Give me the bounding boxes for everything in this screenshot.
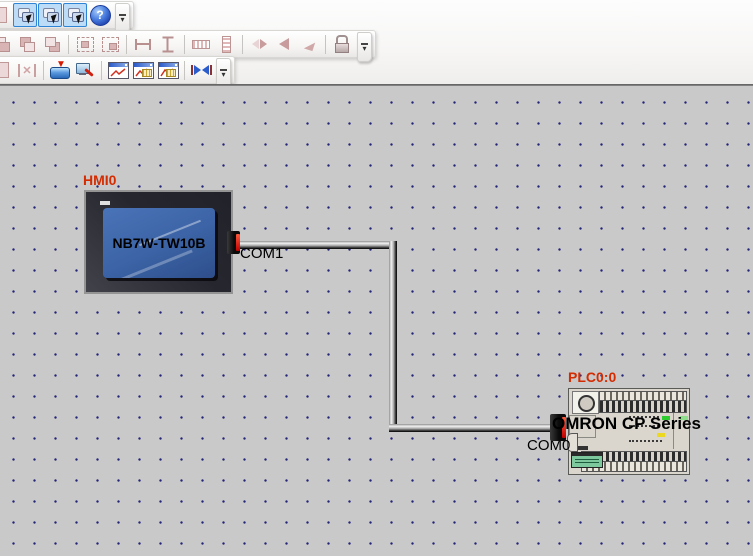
separator <box>43 61 44 80</box>
separator <box>184 61 185 80</box>
rotate-button[interactable] <box>297 32 321 56</box>
transfer-icon <box>191 65 212 75</box>
screen-reflection <box>119 249 192 278</box>
cable-segment-plc[interactable] <box>389 424 556 432</box>
design-canvas[interactable]: HMI0 NB7W-TW10B COM1 PLC0:0 OMRON CP Ser… <box>0 84 753 556</box>
window-grid-chart-icon <box>158 62 179 79</box>
canvas-top-border <box>0 84 753 86</box>
flip-vertical-icon <box>279 38 289 50</box>
clipped-toolbar-button-2[interactable] <box>0 58 14 82</box>
cable-segment-vertical[interactable] <box>389 241 397 432</box>
com1-label: COM1 <box>240 245 283 262</box>
monitor-wrench-icon <box>75 62 95 79</box>
com1-connector[interactable] <box>227 231 240 254</box>
plc-port-detail <box>578 446 588 450</box>
project-toolbar: ✕ ▼ <box>0 56 235 84</box>
chevron-down-icon: ▾ <box>221 72 225 78</box>
lock-icon <box>335 35 349 53</box>
same-height-button[interactable] <box>214 32 238 56</box>
plc-dial <box>572 391 599 414</box>
bring-to-front-icon <box>0 35 11 53</box>
toolbar-options-button-1[interactable]: ▾ <box>115 3 130 33</box>
mode-toolbar: ? ▾ <box>0 1 134 29</box>
window-grid-chart-button[interactable] <box>156 58 180 82</box>
select-windows-cursor-icon <box>66 6 84 24</box>
equal-horizontal-spacing-icon <box>135 39 151 50</box>
help-button[interactable]: ? <box>88 3 112 27</box>
window-chart-grid-icon <box>133 62 154 79</box>
connect-mode-button-1[interactable] <box>13 3 37 27</box>
download-icon: ▼ <box>50 62 70 79</box>
hmi-label: HMI0 <box>83 172 116 188</box>
toolbar-options-button-2[interactable]: ▾ <box>357 32 372 62</box>
help-icon: ? <box>90 5 111 26</box>
separator <box>184 35 185 54</box>
separator <box>325 35 326 54</box>
chevron-down-icon: ▾ <box>362 46 366 52</box>
chevron-down-icon: ▾ <box>120 17 124 23</box>
hmi-power-led <box>100 201 110 205</box>
equal-horizontal-spacing-button[interactable] <box>131 32 155 56</box>
clipped-icon <box>0 62 9 78</box>
ungroup-button[interactable] <box>98 32 122 56</box>
group-icon <box>77 37 94 52</box>
flip-horizontal-button[interactable] <box>247 32 271 56</box>
plc-terminal-strip-top-b <box>599 400 687 413</box>
arrange-toolbar: ▾ <box>0 30 376 58</box>
send-backward-icon <box>18 35 36 53</box>
equal-vertical-spacing-button[interactable] <box>156 32 180 56</box>
group-button[interactable] <box>73 32 97 56</box>
send-to-back-icon <box>43 35 61 53</box>
compile-download-button[interactable]: ▼ <box>48 58 72 82</box>
hmi-screen: NB7W-TW10B <box>103 208 215 278</box>
plc-label: PLC0:0 <box>568 369 616 385</box>
clipped-toolbar-button[interactable] <box>0 3 12 27</box>
window-chart-icon <box>108 62 129 79</box>
send-backward-button[interactable] <box>15 32 39 56</box>
ungroup-icon <box>102 37 119 52</box>
separator <box>68 35 69 54</box>
clipped-icon <box>0 7 7 23</box>
window-chart-grid-button[interactable] <box>131 58 155 82</box>
select-windows-cursor-icon <box>41 6 59 24</box>
transfer-button[interactable] <box>189 58 213 82</box>
window-chart-button[interactable] <box>106 58 130 82</box>
same-width-button[interactable] <box>189 32 213 56</box>
separator <box>126 35 127 54</box>
flip-vertical-button[interactable] <box>272 32 296 56</box>
rotate-icon <box>303 40 314 51</box>
connect-mode-button-3[interactable] <box>63 3 87 27</box>
connect-mode-button-2[interactable] <box>38 3 62 27</box>
select-windows-cursor-icon <box>16 6 34 24</box>
send-to-back-button[interactable] <box>40 32 64 56</box>
separator <box>242 35 243 54</box>
delete-button[interactable]: ✕ <box>15 58 39 82</box>
toolbar-area: ? ▾ <box>0 0 753 84</box>
vertical-ruler-icon <box>222 36 231 53</box>
plc-model-text: OMRON CP Series <box>552 414 701 434</box>
hmi-device[interactable]: NB7W-TW10B <box>84 190 233 294</box>
flip-horizontal-icon <box>252 39 267 49</box>
horizontal-ruler-icon <box>192 40 210 49</box>
separator <box>101 61 102 80</box>
plc-indicator-row <box>629 440 662 442</box>
equal-vertical-spacing-icon <box>163 36 174 52</box>
hmi-model-text: NB7W-TW10B <box>112 235 205 251</box>
bring-to-front-button[interactable] <box>0 32 14 56</box>
delete-icon: ✕ <box>18 64 36 77</box>
system-settings-button[interactable] <box>73 58 97 82</box>
lock-button[interactable] <box>330 32 354 56</box>
plc-power-connector <box>571 452 603 468</box>
